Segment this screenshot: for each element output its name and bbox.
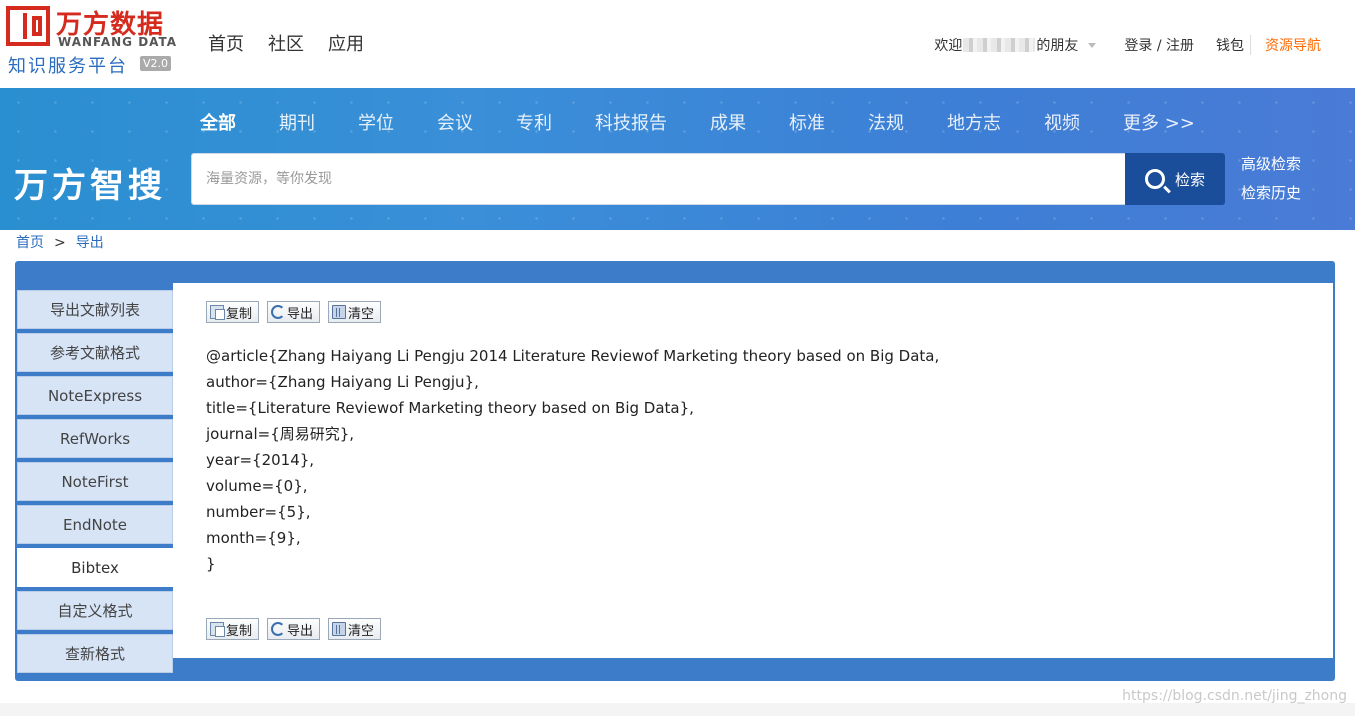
footer-band [0, 703, 1355, 716]
tab-journals[interactable]: 期刊 [279, 109, 315, 135]
copy-icon [210, 305, 225, 320]
bibtex-line: journal={周易研究}, [206, 425, 355, 443]
breadcrumb: 首页 > 导出 [16, 232, 104, 252]
tab-regulations[interactable]: 法规 [868, 109, 904, 135]
tab-degrees[interactable]: 学位 [358, 109, 394, 135]
bibtex-output[interactable]: @article{Zhang Haiyang Li Pengju 2014 Li… [206, 343, 939, 577]
search-history-link[interactable]: 检索历史 [1241, 182, 1301, 203]
csdn-watermark: https://blog.csdn.net/jing_zhong [1122, 688, 1347, 704]
redacted-username [963, 38, 1036, 52]
menu-noteexpress[interactable]: NoteExpress [17, 376, 173, 415]
tab-local-chronicles[interactable]: 地方志 [947, 109, 1001, 135]
logo-subtitle: 知识服务平台 [8, 56, 128, 77]
export-panel: 导出文献列表 参考文献格式 NoteExpress RefWorks NoteF… [15, 261, 1335, 681]
search-box [191, 153, 1126, 205]
welcome-prefix: 欢迎 [934, 38, 963, 54]
tab-patents[interactable]: 专利 [516, 109, 552, 135]
category-tabs: 全部 期刊 学位 会议 专利 科技报告 成果 标准 法规 地方志 视频 更多 >… [200, 109, 1238, 135]
top-toolbar: 复制 导出 清空 [206, 301, 382, 323]
search-brand: 万方智搜 [14, 166, 166, 206]
bibtex-line: month={9}, [206, 529, 301, 547]
clear-button[interactable]: 清空 [328, 301, 382, 323]
top-nav-community[interactable]: 社区 [268, 30, 304, 56]
tab-all[interactable]: 全部 [200, 109, 236, 135]
search-banner: 全部 期刊 学位 会议 专利 科技报告 成果 标准 法规 地方志 视频 更多 >… [0, 88, 1355, 230]
tab-standards[interactable]: 标准 [789, 109, 825, 135]
wanfang-logo[interactable]: 万方数据 WANFANG DATA 知识服务平台 V2.0 [6, 4, 178, 77]
breadcrumb-export[interactable]: 导出 [76, 235, 104, 251]
breadcrumb-separator: > [54, 235, 66, 251]
menu-custom-format[interactable]: 自定义格式 [17, 591, 173, 630]
trash-icon [332, 622, 347, 636]
login-register-link[interactable]: 登录 / 注册 [1124, 35, 1194, 55]
top-nav-home[interactable]: 首页 [208, 30, 244, 56]
export-icon [271, 622, 286, 636]
user-area: 欢迎 的朋友 登录 / 注册 钱包 资源导航 [934, 35, 1321, 55]
clear-label: 清空 [348, 623, 375, 639]
menu-reference-format[interactable]: 参考文献格式 [17, 333, 173, 372]
advanced-search-link[interactable]: 高级检索 [1241, 153, 1301, 174]
bibtex-line: year={2014}, [206, 451, 315, 469]
tab-tech-reports[interactable]: 科技报告 [595, 109, 667, 135]
menu-refworks[interactable]: RefWorks [17, 419, 173, 458]
trash-icon [332, 305, 347, 319]
copy-label: 复制 [226, 623, 253, 639]
copy-label: 复制 [226, 306, 253, 322]
welcome-menu[interactable]: 欢迎 的朋友 [934, 35, 1124, 55]
export-label: 导出 [287, 623, 314, 639]
tab-conferences[interactable]: 会议 [437, 109, 473, 135]
top-nav-apps[interactable]: 应用 [328, 30, 364, 56]
search-input[interactable] [192, 154, 1125, 204]
logo-english: WANFANG DATA [58, 35, 178, 49]
bibtex-line: volume={0}, [206, 477, 308, 495]
menu-notefirst[interactable]: NoteFirst [17, 462, 173, 501]
resource-nav-link[interactable]: 资源导航 [1265, 35, 1321, 55]
menu-bibtex[interactable]: Bibtex [17, 548, 173, 587]
bottom-toolbar: 复制 导出 清空 [206, 618, 382, 640]
tab-more[interactable]: 更多 >> [1123, 109, 1195, 135]
bibtex-line: @article{Zhang Haiyang Li Pengju 2014 Li… [206, 347, 940, 365]
search-icon [1144, 169, 1165, 189]
clear-label: 清空 [348, 306, 375, 322]
copy-icon [210, 622, 225, 637]
bibtex-line: author={Zhang Haiyang Li Pengju}, [206, 373, 479, 391]
export-content: 复制 导出 清空 @article{Zhang Haiyang Li Pengj… [173, 283, 1333, 658]
menu-export-list[interactable]: 导出文献列表 [17, 290, 173, 329]
export-button-bottom[interactable]: 导出 [267, 618, 321, 640]
version-badge: V2.0 [140, 56, 172, 71]
breadcrumb-home[interactable]: 首页 [16, 235, 44, 251]
copy-button-bottom[interactable]: 复制 [206, 618, 260, 640]
chevron-down-icon[interactable] [1088, 42, 1097, 48]
bibtex-line: } [206, 555, 216, 573]
search-button[interactable]: 检索 [1125, 153, 1225, 205]
export-label: 导出 [287, 306, 314, 322]
export-icon [271, 305, 286, 319]
search-button-label: 检索 [1174, 170, 1205, 189]
bibtex-line: title={Literature Reviewof Marketing the… [206, 399, 694, 417]
top-nav: 首页 社区 应用 [208, 30, 364, 56]
wanfang-logo-mark [6, 6, 50, 46]
export-button[interactable]: 导出 [267, 301, 321, 323]
search-side-links: 高级检索 检索历史 [1241, 153, 1301, 203]
wallet-link[interactable]: 钱包 [1216, 35, 1251, 55]
menu-novelty-format[interactable]: 查新格式 [17, 634, 173, 673]
format-menu: 导出文献列表 参考文献格式 NoteExpress RefWorks NoteF… [17, 290, 173, 677]
site-header: 万方数据 WANFANG DATA 知识服务平台 V2.0 首页 社区 应用 欢… [0, 0, 1355, 88]
tab-achievements[interactable]: 成果 [710, 109, 746, 135]
bibtex-line: number={5}, [206, 503, 311, 521]
welcome-suffix: 的朋友 [1036, 38, 1079, 54]
copy-button[interactable]: 复制 [206, 301, 260, 323]
clear-button-bottom[interactable]: 清空 [328, 618, 382, 640]
tab-videos[interactable]: 视频 [1044, 109, 1080, 135]
menu-endnote[interactable]: EndNote [17, 505, 173, 544]
